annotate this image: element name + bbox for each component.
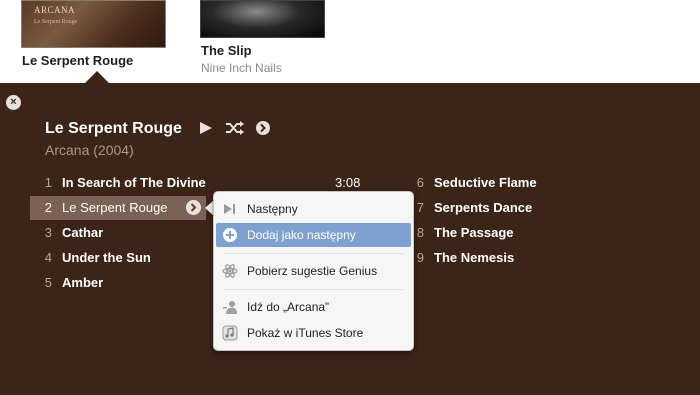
menu-item-label: Pobierz sugestie Genius <box>247 264 378 278</box>
album-cover[interactable] <box>200 0 325 38</box>
track-name: Cathar <box>62 225 104 240</box>
artist-icon <box>223 301 237 314</box>
track-name: Le Serpent Rouge <box>62 200 168 215</box>
menu-item-label: Pokaż w iTunes Store <box>247 326 364 340</box>
track-name: Serpents Dance <box>434 200 533 215</box>
more-options-icon[interactable] <box>255 120 271 136</box>
menu-item-add-as-next[interactable]: Dodaj jako następny <box>216 223 411 247</box>
track-name: Seductive Flame <box>434 175 537 190</box>
next-icon <box>224 204 235 214</box>
track-name: The Passage <box>434 225 514 240</box>
track-row[interactable]: 7 Serpents Dance <box>410 197 610 219</box>
cover-subtext: Le Serpent Rouge <box>34 19 78 25</box>
track-row[interactable]: 4 Under the Sun <box>38 247 208 269</box>
track-name: The Nemesis <box>434 250 515 265</box>
track-row[interactable]: 6 Seductive Flame <box>410 172 610 194</box>
track-row[interactable]: 9 The Nemesis <box>410 247 610 269</box>
menu-item-label: Następny <box>247 202 298 216</box>
menu-item-go-to-artist[interactable]: Idź do „Arcana” <box>216 295 411 319</box>
album-detail-title: Le Serpent Rouge <box>45 120 182 137</box>
track-row[interactable]: 5 Amber <box>38 272 208 294</box>
menu-item-label: Dodaj jako następny <box>247 228 356 242</box>
album-cover[interactable]: ARCANA Le Serpent Rouge <box>21 0 166 48</box>
album-title[interactable]: The Slip <box>201 43 252 58</box>
track-number: 6 <box>416 175 424 190</box>
shuffle-icon[interactable] <box>225 120 244 136</box>
track-number: 5 <box>44 275 52 290</box>
track-number: 4 <box>44 250 52 265</box>
close-icon[interactable]: × <box>6 95 21 110</box>
track-number: 3 <box>44 225 52 240</box>
track-options-icon[interactable] <box>186 200 201 215</box>
track-number: 1 <box>44 175 52 190</box>
menu-item-next[interactable]: Następny <box>216 197 411 221</box>
menu-separator <box>224 253 403 254</box>
selection-notch <box>85 71 109 83</box>
album-title[interactable]: Le Serpent Rouge <box>22 53 133 68</box>
track-row[interactable]: 8 The Passage <box>410 222 610 244</box>
genius-icon <box>222 264 238 278</box>
menu-separator <box>224 289 403 290</box>
store-icon <box>222 325 238 341</box>
track-name: Under the Sun <box>62 250 151 265</box>
menu-item-label: Idź do „Arcana” <box>247 300 330 314</box>
album-detail-subtitle[interactable]: Arcana (2004) <box>45 142 134 158</box>
track-row[interactable]: 2 Le Serpent Rouge <box>38 197 188 219</box>
track-number: 2 <box>44 200 52 215</box>
play-icon[interactable] <box>199 120 213 136</box>
track-name: Amber <box>62 275 104 290</box>
menu-item-show-in-store[interactable]: Pokaż w iTunes Store <box>216 321 411 345</box>
track-row[interactable]: 3 Cathar <box>38 222 208 244</box>
add-icon <box>223 228 237 242</box>
context-menu: Następny Dodaj jako następny Pobierz sug… <box>213 191 414 351</box>
menu-item-genius[interactable]: Pobierz sugestie Genius <box>216 259 411 283</box>
cover-text: ARCANA <box>34 5 76 15</box>
album-artist[interactable]: Nine Inch Nails <box>201 61 282 75</box>
track-name: In Search of The Divine <box>62 175 206 190</box>
